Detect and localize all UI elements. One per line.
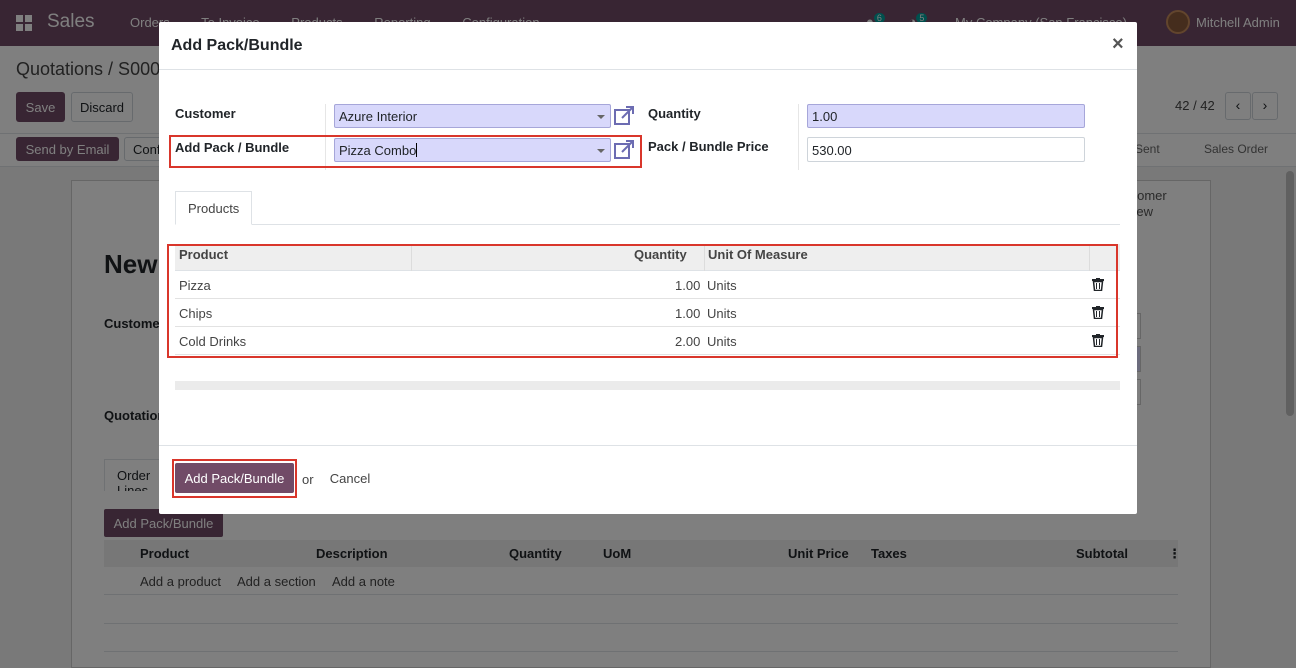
quantity-input[interactable]: 1.00: [807, 104, 1085, 128]
customer-select[interactable]: Azure Interior: [334, 104, 611, 128]
primary-button-highlight: [172, 459, 297, 498]
table-highlight: [167, 244, 1118, 358]
cancel-button[interactable]: Cancel: [321, 463, 379, 493]
external-link-icon[interactable]: [613, 105, 635, 127]
table-horizontal-scrollbar[interactable]: [175, 381, 1120, 390]
tab-products[interactable]: Products: [175, 191, 252, 225]
add-pack-dialog: Add Pack/Bundle × Customer Add Pack / Bu…: [159, 22, 1137, 514]
tab-divider: [175, 224, 1120, 225]
dialog-footer: Add Pack/Bundle or Cancel: [159, 445, 1137, 514]
close-icon[interactable]: ×: [1112, 33, 1124, 56]
chevron-down-icon[interactable]: [597, 115, 605, 119]
quantity-label: Quantity: [648, 106, 701, 121]
pack-price-input[interactable]: 530.00: [807, 137, 1085, 162]
dialog-header: Add Pack/Bundle ×: [159, 22, 1137, 70]
customer-label: Customer: [175, 106, 236, 121]
footer-or-text: or: [302, 472, 314, 487]
price-label: Pack / Bundle Price: [648, 139, 769, 154]
field-divider: [798, 104, 799, 170]
customer-value: Azure Interior: [339, 109, 418, 124]
pack-field-highlight: [169, 135, 642, 168]
dialog-title: Add Pack/Bundle: [171, 37, 303, 54]
